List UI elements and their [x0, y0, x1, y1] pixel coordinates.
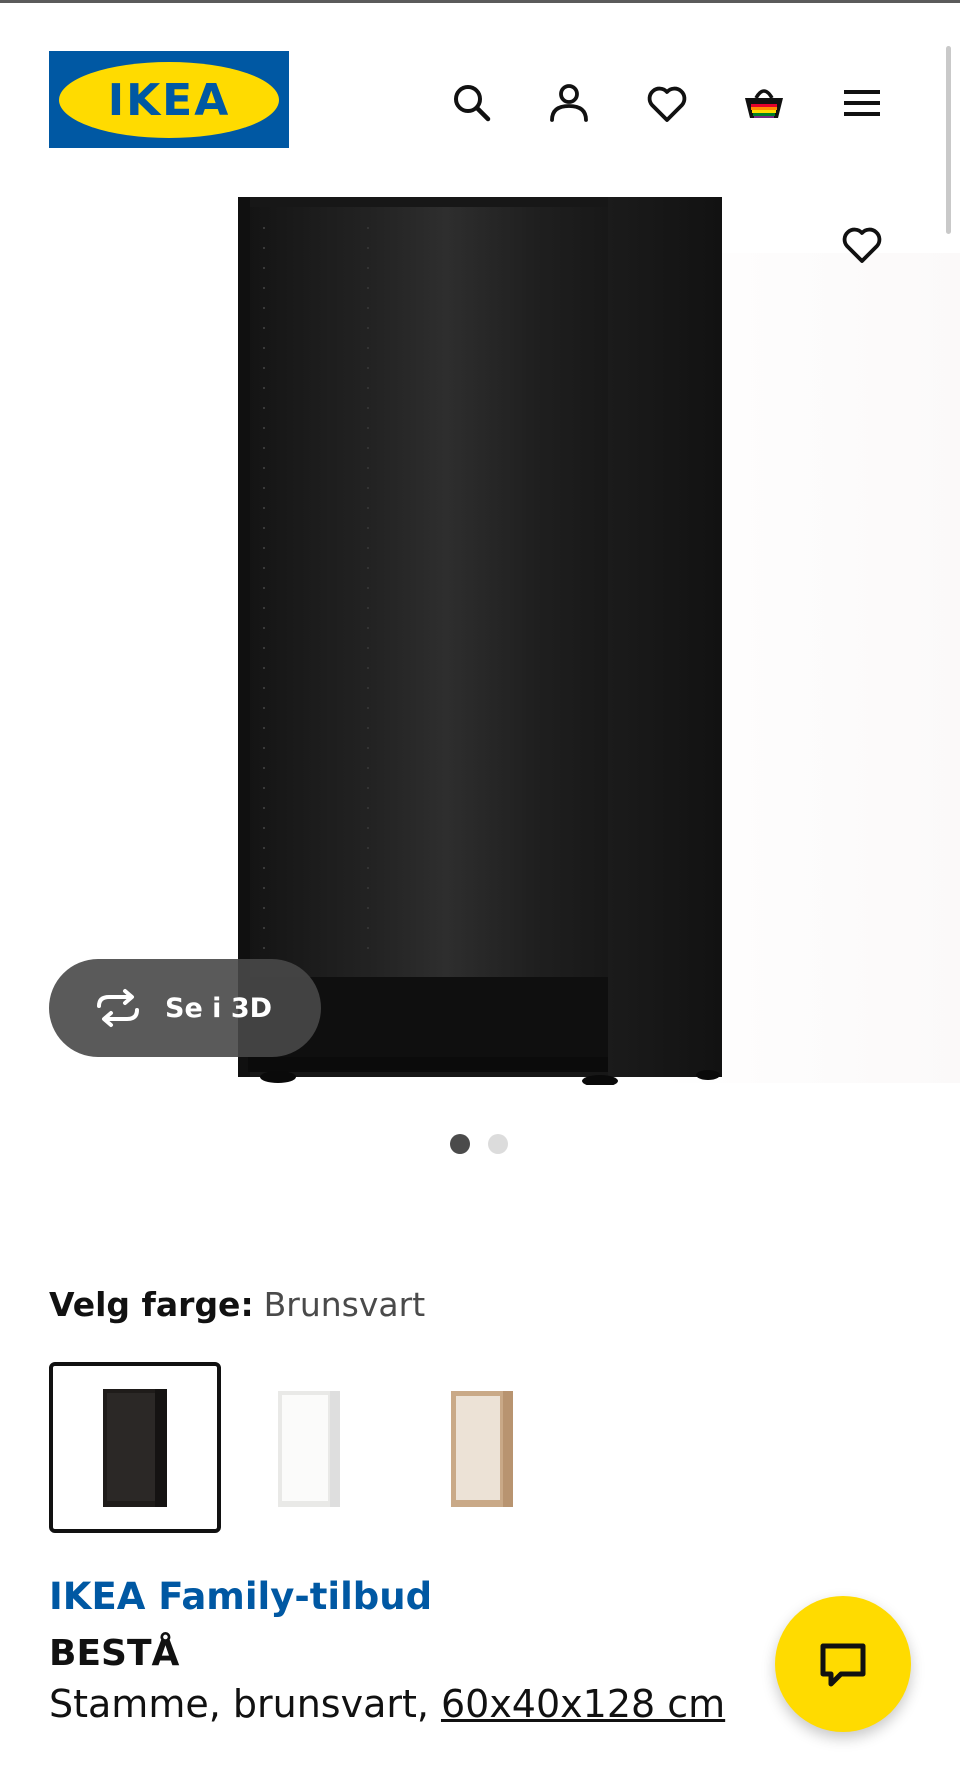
gallery-pagination: [450, 1134, 508, 1154]
search-icon[interactable]: [446, 77, 498, 129]
user-icon[interactable]: [543, 77, 595, 129]
chat-button[interactable]: [775, 1596, 911, 1732]
view-in-3d-button[interactable]: Se i 3D: [49, 959, 321, 1057]
heart-icon[interactable]: [641, 77, 693, 129]
product-dimensions-link[interactable]: 60x40x128 cm: [441, 1682, 725, 1726]
cabinet-image: [238, 197, 722, 1085]
product-description: Stamme, brunsvart, 60x40x128 cm: [49, 1682, 725, 1726]
ikea-logo[interactable]: IKEA: [49, 51, 289, 148]
site-header: IKEA: [0, 3, 960, 193]
color-swatch-oak[interactable]: [395, 1362, 567, 1533]
color-selector-label: Velg farge: Brunsvart: [49, 1285, 425, 1324]
color-swatch-brunsvart[interactable]: [49, 1362, 221, 1533]
view-in-3d-label: Se i 3D: [165, 992, 273, 1024]
gallery-dot-2[interactable]: [488, 1134, 508, 1154]
menu-icon[interactable]: [836, 77, 888, 129]
family-offer-label: IKEA Family-tilbud: [49, 1575, 433, 1618]
svg-text:IKEA: IKEA: [108, 75, 231, 126]
favorite-product-icon[interactable]: [836, 218, 888, 270]
product-name: BESTÅ: [49, 1633, 180, 1674]
color-label: Velg farge:: [49, 1285, 254, 1324]
color-swatch-white[interactable]: [222, 1362, 394, 1533]
rotate-3d-icon: [97, 989, 139, 1027]
swatch-image-oak: [451, 1390, 513, 1507]
selected-color-value: Brunsvart: [263, 1285, 426, 1324]
chat-bubble-icon: [820, 1643, 866, 1687]
gallery-dot-1[interactable]: [450, 1134, 470, 1154]
swatch-image-dark: [103, 1388, 167, 1507]
cart-icon[interactable]: [738, 77, 790, 129]
ikea-logo-mark: IKEA: [59, 61, 279, 138]
product-type-text: Stamme, brunsvart,: [49, 1682, 429, 1726]
swatch-image-white: [278, 1390, 340, 1507]
